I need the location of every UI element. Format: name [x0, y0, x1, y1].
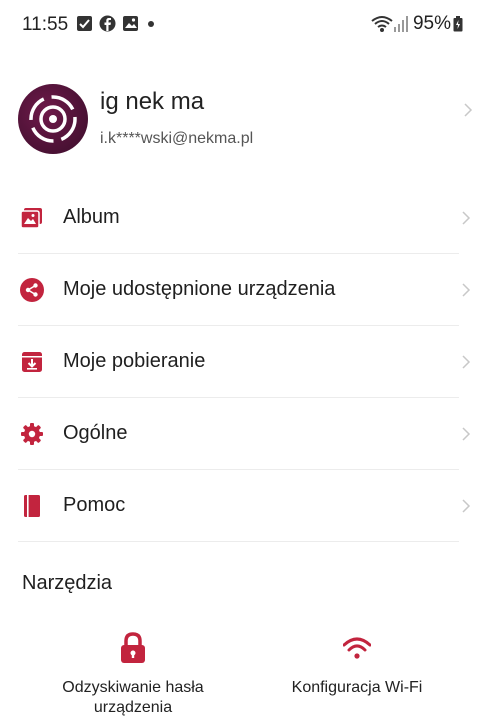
book-icon — [24, 495, 40, 517]
profile-row[interactable]: ig nek ma i.k****wski@nekma.pl — [0, 72, 477, 182]
menu-label-downloads: Moje pobieranie — [63, 350, 206, 372]
chevron-right-icon — [462, 355, 471, 369]
tool-password-recovery[interactable]: Odzyskiwanie hasła urządzenia — [23, 632, 243, 718]
lock-icon — [121, 632, 145, 663]
signal-icon — [393, 16, 408, 32]
tool-label-line2: urządzenia — [93, 699, 173, 716]
menu-item-album[interactable]: Album — [18, 182, 471, 254]
tools-grid: Odzyskiwanie hasła urządzenia Konfigurac… — [0, 632, 477, 716]
status-time: 11:55 — [22, 14, 69, 35]
chevron-right-icon — [462, 283, 471, 297]
menu-item-help[interactable]: Pomoc — [18, 470, 471, 542]
download-icon — [22, 352, 42, 372]
avatar-logo-icon — [29, 95, 77, 143]
tools-section-title: Narzędzia — [22, 572, 113, 594]
menu-item-general[interactable]: Ogólne — [18, 398, 471, 470]
check-notification-icon — [77, 16, 92, 31]
battery-icon — [453, 16, 463, 32]
wifi-status-icon — [371, 16, 393, 32]
tool-wifi-setup[interactable]: Konfiguracja Wi-Fi — [247, 632, 467, 698]
menu-label-general: Ogólne — [63, 422, 128, 444]
battery-percent: 95% — [412, 13, 451, 34]
tool-label-wifi-setup: Konfiguracja Wi-Fi — [291, 679, 423, 696]
status-right: 95% — [371, 13, 463, 35]
tool-label-line1: Odzyskiwanie hasła — [62, 679, 204, 696]
chevron-right-icon — [462, 211, 471, 225]
menu-label-shared-devices: Moje udostępnione urządzenia — [63, 278, 336, 300]
facebook-icon — [99, 15, 116, 32]
menu-item-downloads[interactable]: Moje pobieranie — [18, 326, 471, 398]
album-icon — [20, 208, 42, 229]
menu-label-help: Pomoc — [63, 494, 126, 516]
gallery-notification-icon — [123, 16, 138, 31]
status-bar: 11:55 95% — [0, 0, 477, 48]
menu-label-album: Album — [63, 206, 120, 228]
chevron-right-icon — [462, 427, 471, 441]
share-icon — [20, 278, 44, 302]
gear-icon — [21, 423, 43, 445]
wifi-icon — [343, 637, 371, 659]
avatar — [18, 84, 88, 154]
profile-name: ig nek ma — [100, 88, 205, 115]
menu-list: Album Moje udostępnione urządzenia Moje … — [0, 182, 477, 542]
chevron-right-icon — [462, 499, 471, 513]
chevron-right-icon — [464, 103, 473, 117]
menu-item-shared-devices[interactable]: Moje udostępnione urządzenia — [18, 254, 471, 326]
more-notifications-dot — [148, 20, 154, 27]
tool-label-password-recovery: Odzyskiwanie hasła urządzenia — [23, 678, 243, 718]
notification-icons — [76, 15, 154, 32]
profile-email: i.k****wski@nekma.pl — [100, 130, 254, 147]
